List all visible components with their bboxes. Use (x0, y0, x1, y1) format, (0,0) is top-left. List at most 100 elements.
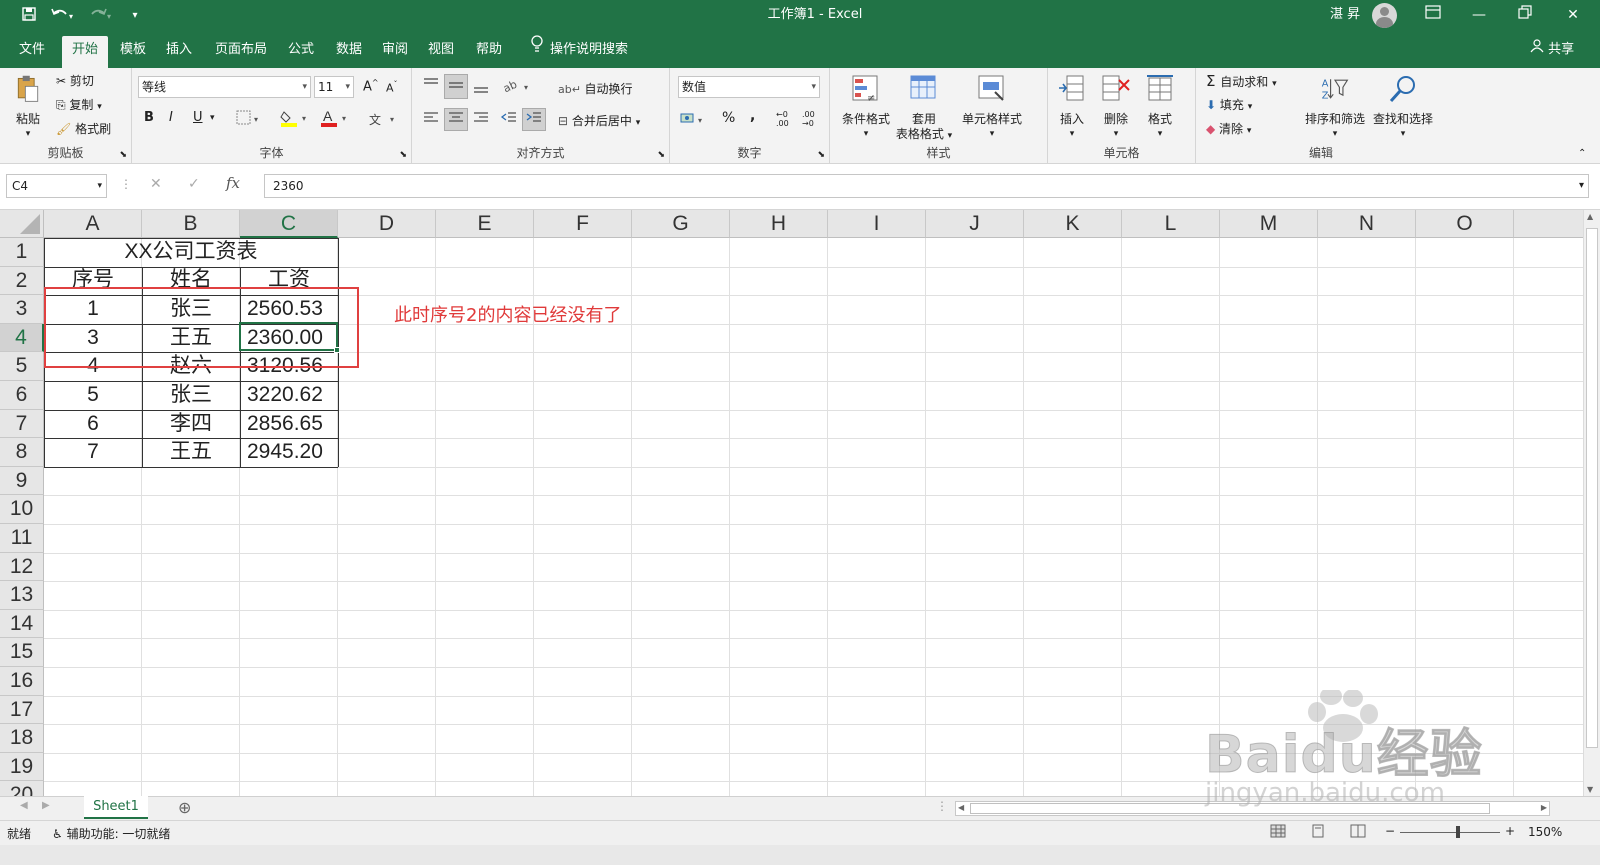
scroll-up-icon[interactable]: ▲ (1587, 212, 1593, 221)
row-header-15[interactable]: 15 (0, 638, 44, 667)
minimize-icon[interactable]: — (1456, 0, 1502, 32)
italic-button[interactable]: I (169, 110, 173, 125)
cell-seq[interactable]: 7 (44, 438, 142, 466)
border-button[interactable]: ▾ (236, 110, 262, 129)
split-handle-icon[interactable]: ⋮ (936, 799, 948, 813)
number-format-select[interactable]: 数值 (678, 76, 820, 98)
cell-name[interactable]: 张三 (142, 381, 240, 409)
column-header-n[interactable]: N (1318, 210, 1416, 238)
undo-icon[interactable]: ▾ (48, 6, 78, 26)
vertical-scrollbar[interactable]: ▲ ▼ (1583, 210, 1600, 796)
tab-file[interactable]: 文件 (12, 32, 52, 68)
number-launcher-icon[interactable]: ⬊ (817, 150, 825, 160)
customize-qat-icon[interactable]: ▾ (126, 6, 144, 26)
row-header-11[interactable]: 11 (0, 524, 44, 553)
column-header-l[interactable]: L (1122, 210, 1220, 238)
tab-review[interactable]: 审阅 (376, 32, 414, 68)
name-box[interactable]: C4 ▾ (6, 174, 107, 198)
row-header-6[interactable]: 6 (0, 381, 44, 410)
zoom-slider-thumb[interactable] (1456, 826, 1460, 838)
tab-home[interactable]: 开始 (62, 36, 108, 68)
scroll-right-icon[interactable]: ▶ (1541, 803, 1547, 812)
cell-salary[interactable]: 2945.20 (240, 438, 334, 466)
column-header-f[interactable]: F (534, 210, 632, 238)
column-header-g[interactable]: G (632, 210, 730, 238)
page-break-view-icon[interactable] (1350, 824, 1366, 841)
cancel-icon[interactable]: ✕ (150, 176, 162, 192)
column-header-o[interactable]: O (1416, 210, 1514, 238)
increase-indent-icon[interactable] (522, 108, 546, 131)
collapse-ribbon-icon[interactable]: ⌃ (1578, 148, 1586, 159)
restore-icon[interactable] (1502, 0, 1548, 32)
insert-cells-button[interactable]: 插入 ▾ (1050, 74, 1094, 142)
row-header-17[interactable]: 17 (0, 695, 44, 725)
row-header-3[interactable]: 3 (0, 295, 44, 324)
next-sheet-icon[interactable]: ▶ (42, 800, 50, 811)
cell-salary[interactable]: 3220.62 (240, 381, 334, 409)
ribbon-display-icon[interactable] (1410, 0, 1456, 32)
font-launcher-icon[interactable]: ⬊ (399, 150, 407, 160)
clear-button[interactable]: ◆ 清除 ▾ (1206, 120, 1251, 137)
accessibility-status[interactable]: ♿︎ 辅助功能: 一切就绪 (52, 825, 170, 842)
delete-cells-button[interactable]: 删除 ▾ (1094, 74, 1138, 142)
tab-help[interactable]: 帮助 (470, 32, 508, 68)
enter-icon[interactable]: ✓ (188, 176, 200, 192)
grow-font-button[interactable]: A^ (363, 78, 379, 94)
column-header-c[interactable]: C (240, 210, 338, 238)
paste-button[interactable]: 粘贴 ▾ (8, 74, 48, 142)
percent-button[interactable]: % (722, 110, 735, 126)
sheet-tab-sheet1[interactable]: Sheet1 (84, 796, 148, 819)
format-painter-button[interactable]: 🖌 格式刷 (56, 120, 111, 137)
row-header-12[interactable]: 12 (0, 552, 44, 582)
vertical-scroll-thumb[interactable] (1586, 228, 1598, 748)
dialog-launcher-icon[interactable]: ⬊ (119, 150, 127, 160)
right-align-icon[interactable] (472, 110, 490, 129)
row-header-2[interactable]: 2 (0, 266, 44, 296)
tab-insert[interactable]: 插入 (160, 32, 198, 68)
row-header-16[interactable]: 16 (0, 667, 44, 696)
format-as-table-button[interactable]: 套用 表格格式 ▾ (894, 74, 954, 144)
increase-decimal-icon[interactable]: ←0.00 (776, 110, 789, 128)
cut-button[interactable]: ✂ 剪切 (56, 72, 94, 89)
conditional-formatting-button[interactable]: ≠ 条件格式 ▾ (836, 74, 896, 142)
tab-template[interactable]: 模板 (114, 32, 152, 68)
column-header-i[interactable]: I (828, 210, 926, 238)
merge-center-button[interactable]: ⊟ 合并后居中 ▾ (558, 112, 640, 129)
row-header-19[interactable]: 19 (0, 752, 44, 782)
autosum-button[interactable]: Σ 自动求和 ▾ (1206, 72, 1277, 90)
column-header-m[interactable]: M (1220, 210, 1318, 238)
column-header-b[interactable]: B (142, 210, 240, 238)
phonetic-button[interactable]: 文 ▾ (368, 110, 400, 131)
horizontal-scroll-thumb[interactable] (970, 803, 1490, 814)
cell-styles-button[interactable]: 单元格样式 ▾ (954, 74, 1030, 142)
row-header-5[interactable]: 5 (0, 352, 44, 381)
formula-input[interactable]: 2360 ▾ (264, 174, 1589, 198)
bottom-align-icon[interactable] (472, 76, 490, 97)
row-header-1[interactable]: 1 (0, 238, 44, 267)
left-align-icon[interactable] (422, 110, 440, 129)
worksheet-grid[interactable]: ABCDEFGHIJKLMNO 1 2 3 4 5 6 7 8 9 10 11 12 13 14 15 16 1… (0, 210, 1583, 810)
normal-view-icon[interactable] (1270, 824, 1286, 841)
zoom-out-icon[interactable]: − (1385, 824, 1395, 838)
fill-color-button[interactable]: ▾ (280, 108, 312, 131)
add-sheet-icon[interactable]: ⊕ (178, 798, 191, 817)
fill-button[interactable]: ⬇ 填充 ▾ (1206, 96, 1252, 113)
row-header-18[interactable]: 18 (0, 724, 44, 753)
format-cells-button[interactable]: 格式 ▾ (1138, 74, 1182, 142)
font-size-select[interactable]: 11 (314, 76, 354, 98)
decrease-decimal-icon[interactable]: .00 →0 (802, 110, 815, 128)
scroll-left-icon[interactable]: ◀ (958, 803, 964, 812)
column-header-partial[interactable] (1514, 210, 1583, 238)
share-button[interactable]: 共享 (1530, 32, 1574, 68)
tab-formulas[interactable]: 公式 (282, 32, 320, 68)
copy-button[interactable]: ⎘ 复制 ▾ (56, 96, 102, 113)
column-header-h[interactable]: H (730, 210, 828, 238)
save-icon[interactable] (18, 6, 40, 26)
underline-dropdown-icon[interactable]: ▾ (210, 113, 215, 123)
page-layout-view-icon[interactable] (1310, 824, 1326, 841)
column-header-j[interactable]: J (926, 210, 1024, 238)
bold-button[interactable]: B (144, 110, 154, 125)
cell-salary[interactable]: 2856.65 (240, 410, 334, 438)
sort-filter-button[interactable]: AZ 排序和筛选 ▾ (1300, 74, 1370, 142)
tab-data[interactable]: 数据 (330, 32, 368, 68)
